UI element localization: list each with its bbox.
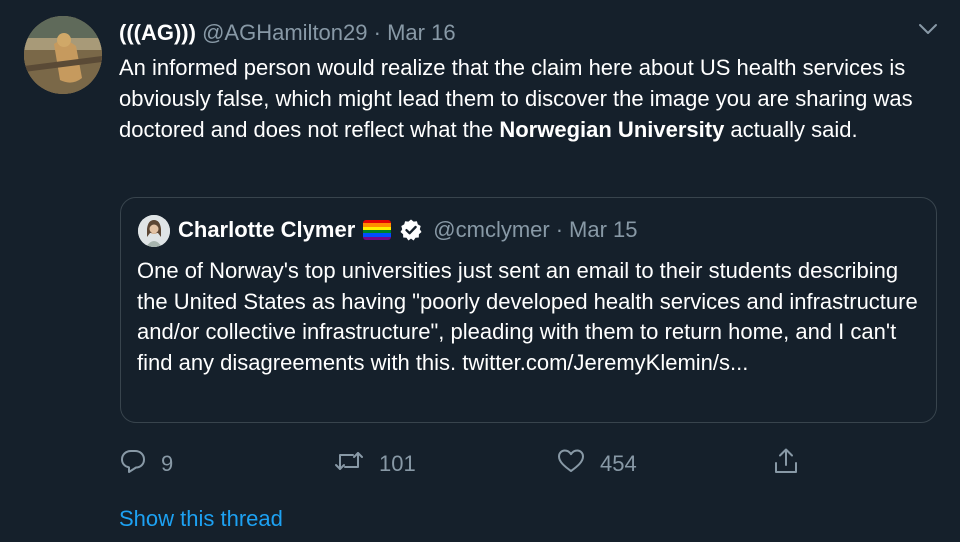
reply-button[interactable]: 9	[119, 448, 173, 480]
quoted-author-handle[interactable]: @cmclymer	[433, 216, 549, 244]
share-button[interactable]	[772, 448, 814, 480]
quoted-author-avatar[interactable]	[138, 215, 170, 247]
quoted-header-separator: ·	[555, 217, 564, 242]
tweet-text-part2: actually said.	[724, 117, 858, 142]
header-separator: ·	[373, 20, 381, 45]
heart-icon	[556, 447, 600, 481]
chevron-down-icon[interactable]	[918, 22, 938, 36]
tweet-text: An informed person would realize that th…	[119, 52, 919, 145]
verified-badge-icon	[399, 218, 423, 242]
tweet-actions: 9 101 454	[119, 448, 819, 480]
share-icon	[772, 446, 814, 482]
reply-icon	[119, 447, 161, 481]
tweet-header: (((AG))) @AGHamilton29 · Mar 16	[119, 19, 456, 47]
quoted-tweet-header: Charlotte Clymer @cmclymer · Mar 15	[178, 216, 638, 244]
rainbow-flag-icon	[363, 220, 392, 240]
quoted-author-name[interactable]: Charlotte Clymer	[178, 216, 355, 244]
tweet-date[interactable]: Mar 16	[387, 20, 455, 45]
reply-count: 9	[161, 451, 174, 476]
tweet-text-bold: Norwegian University	[499, 117, 725, 142]
author-name[interactable]: (((AG)))	[119, 20, 196, 45]
show-thread-link[interactable]: Show this thread	[119, 505, 283, 533]
like-count: 454	[600, 451, 637, 476]
like-button[interactable]: 454	[556, 448, 637, 480]
retweet-count: 101	[379, 451, 416, 476]
author-avatar[interactable]	[24, 16, 102, 94]
author-handle[interactable]: @AGHamilton29	[202, 20, 367, 45]
quoted-tweet[interactable]: Charlotte Clymer @cmclymer · Mar 15 One …	[120, 197, 937, 423]
quoted-tweet-text: One of Norway's top universities just se…	[137, 258, 918, 375]
quoted-tweet-date[interactable]: Mar 15	[569, 216, 637, 244]
tweet[interactable]: (((AG))) @AGHamilton29 · Mar 16 An infor…	[0, 0, 960, 542]
retweet-icon	[333, 447, 379, 481]
retweet-button[interactable]: 101	[333, 448, 416, 480]
